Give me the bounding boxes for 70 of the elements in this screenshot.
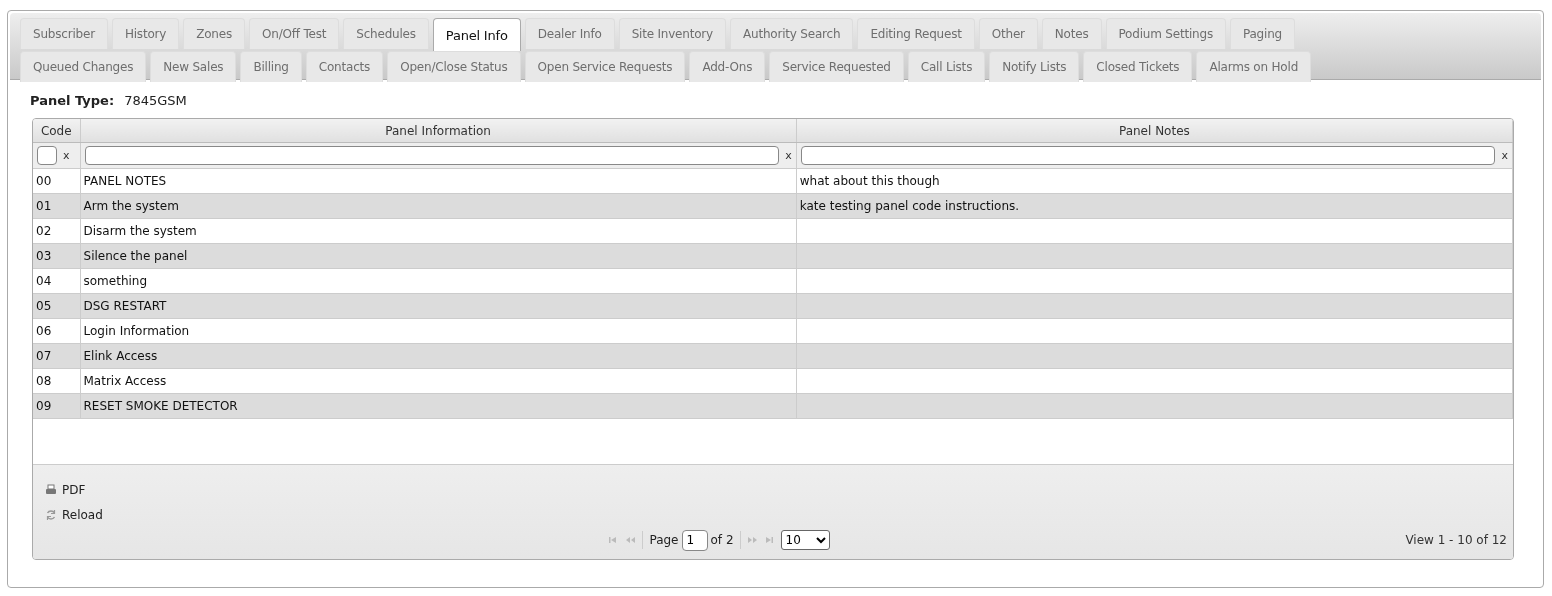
tab[interactable]: Notify Lists <box>989 51 1080 82</box>
page-field[interactable]: 1 <box>681 529 708 551</box>
tab[interactable]: Queued Changes <box>20 51 147 82</box>
tab[interactable]: Contacts <box>305 51 384 82</box>
refresh-icon <box>45 508 57 521</box>
clear-filter-button[interactable]: x <box>1501 149 1508 162</box>
page-size-select[interactable]: 10 <box>780 530 830 550</box>
tab[interactable]: Billing <box>240 51 302 82</box>
tab[interactable]: New Sales <box>150 51 237 82</box>
table-cell: 06 <box>36 324 52 338</box>
table-cell: 01 <box>36 199 52 213</box>
printer-icon <box>45 484 57 495</box>
next-page-icon[interactable] <box>746 535 758 545</box>
table-cell: Matrix Access <box>83 374 167 388</box>
tab[interactable]: Dealer Info <box>524 18 615 49</box>
tab[interactable]: Panel Info <box>432 18 521 51</box>
table-cell: RESET SMOKE DETECTOR <box>83 399 238 413</box>
tab[interactable]: Editing Request <box>857 18 975 49</box>
pdf-button[interactable]: PDF <box>45 477 86 502</box>
reload-button[interactable]: Reload <box>45 502 103 527</box>
tab[interactable]: Notes <box>1041 18 1102 49</box>
tab[interactable]: Closed Tickets <box>1083 51 1193 82</box>
filter-field[interactable] <box>800 146 1496 165</box>
table-cell: 09 <box>36 399 52 413</box>
table-cell: Silence the panel <box>83 249 188 263</box>
tab[interactable]: Authority Search <box>730 18 854 49</box>
tab[interactable]: Paging <box>1229 18 1295 49</box>
table-cell: Elink Access <box>83 349 158 363</box>
tab[interactable]: Add-Ons <box>689 51 766 82</box>
tab[interactable]: Subscriber <box>20 18 108 49</box>
table-cell: Arm the system <box>83 199 179 213</box>
table-cell: what about this though <box>799 174 940 188</box>
tab[interactable]: Alarms on Hold <box>1196 51 1312 82</box>
table-cell: 05 <box>36 299 52 313</box>
column-header[interactable]: Panel Information <box>385 123 491 138</box>
field-value: 7845GSM <box>124 93 187 108</box>
table-cell: 00 <box>36 174 52 188</box>
table-cell: 03 <box>36 249 52 263</box>
tab[interactable]: Open Service Requests <box>524 51 686 82</box>
tab[interactable]: Open/Close Status <box>387 51 521 82</box>
table-cell: DSG RESTART <box>83 299 167 313</box>
filter-field[interactable] <box>37 146 57 165</box>
tab[interactable]: Other <box>978 18 1038 49</box>
tab[interactable]: Service Requested <box>769 51 904 82</box>
field-label: Panel Type: <box>30 93 115 108</box>
tab[interactable]: Schedules <box>343 18 429 49</box>
table-cell: something <box>83 274 148 288</box>
table-cell: 07 <box>36 349 52 363</box>
previous-page-icon[interactable] <box>625 535 637 545</box>
page-count: of 2 <box>710 533 734 547</box>
table-cell: 08 <box>36 374 52 388</box>
clear-filter-button[interactable]: x <box>785 149 792 162</box>
record-count: View 1 - 10 of 12 <box>1405 533 1507 547</box>
clear-filter-button[interactable]: x <box>63 149 70 162</box>
table-cell: 04 <box>36 274 52 288</box>
table-cell: Login Information <box>83 324 190 338</box>
tab[interactable]: History <box>111 18 180 49</box>
tab[interactable]: Site Inventory <box>618 18 726 49</box>
last-page-icon[interactable] <box>763 535 775 545</box>
tab[interactable]: On/Off Test <box>249 18 340 49</box>
tab[interactable]: Call Lists <box>907 51 986 82</box>
filter-field[interactable] <box>84 146 780 165</box>
tab[interactable]: Zones <box>183 18 245 49</box>
table-cell: PANEL NOTES <box>83 174 167 188</box>
table-cell: kate testing panel code instructions. <box>799 199 1020 213</box>
tab[interactable]: Podium Settings <box>1105 18 1226 49</box>
column-header[interactable]: Panel Notes <box>1118 123 1190 138</box>
table-cell: Disarm the system <box>83 224 197 238</box>
table-cell: 02 <box>36 224 52 238</box>
page-label: Page <box>649 533 679 547</box>
